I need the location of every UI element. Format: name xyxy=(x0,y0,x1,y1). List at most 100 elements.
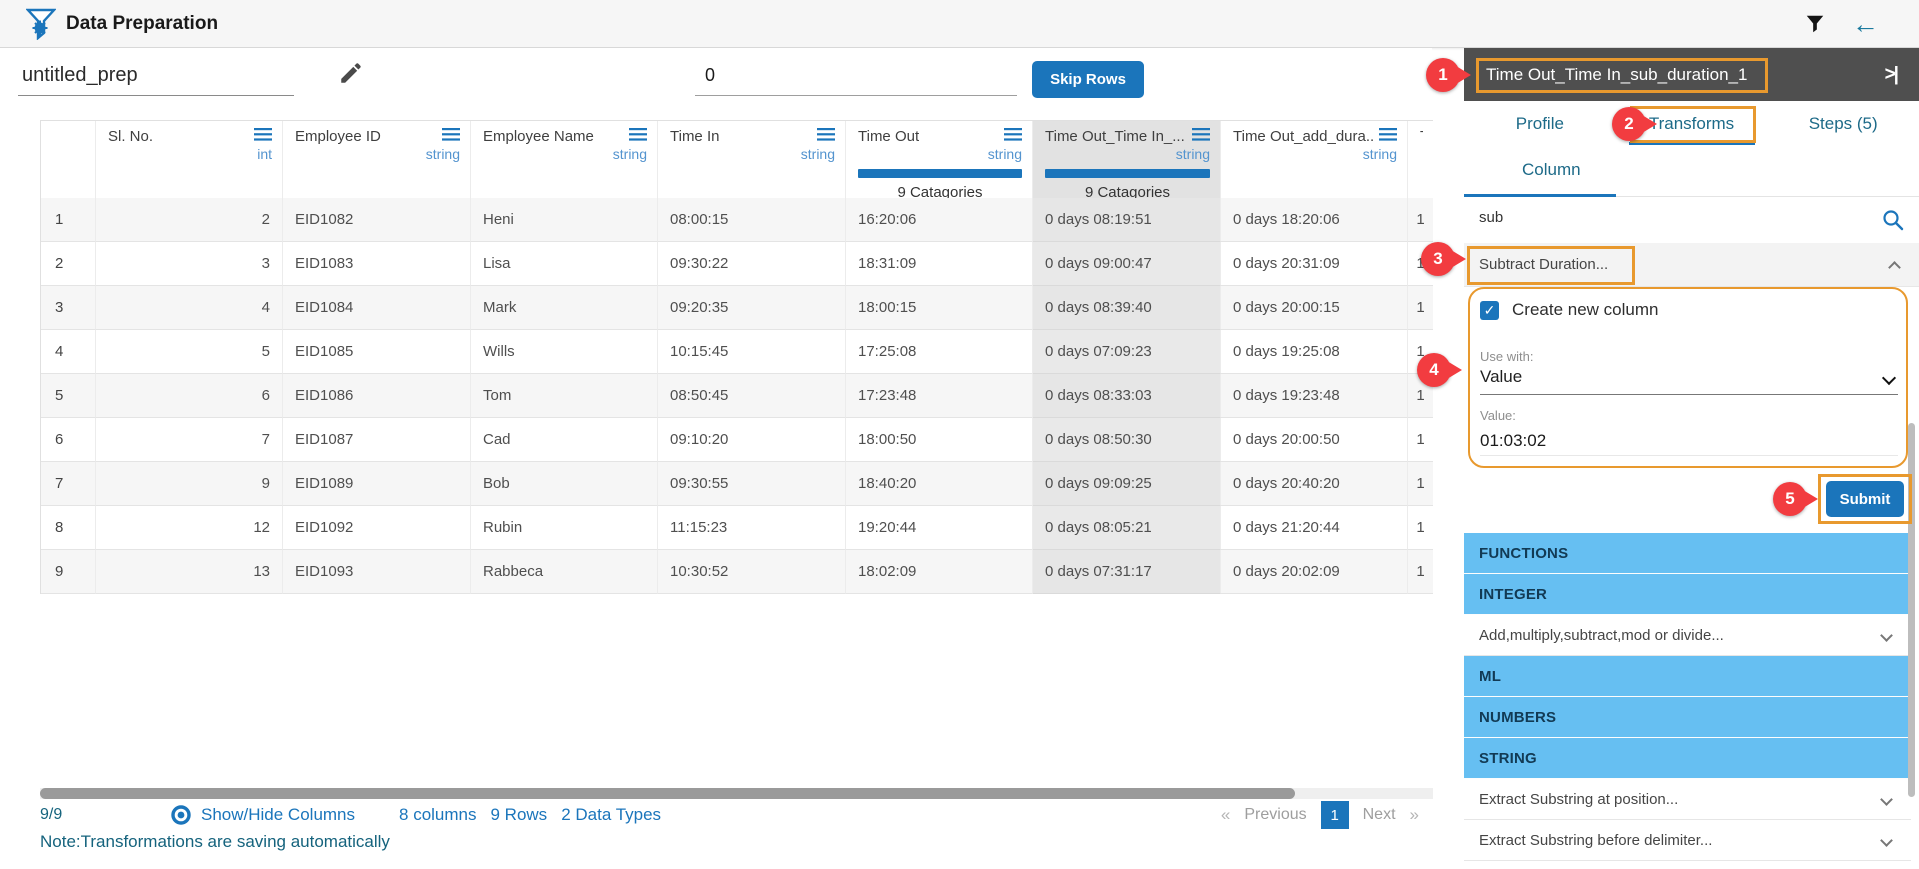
time-in-cell: 10:30:52 xyxy=(658,550,846,594)
function-category-row[interactable]: ML xyxy=(1464,656,1911,697)
first-page-arrow[interactable]: « xyxy=(1221,805,1230,825)
panel-scrollbar-thumb[interactable] xyxy=(1908,423,1915,797)
next-page-button[interactable]: Next xyxy=(1363,806,1396,824)
row-index-cell: 5 xyxy=(41,374,96,418)
table-row[interactable]: 7 9 EID1089 Bob 09:30:55 18:40:20 0 days… xyxy=(41,462,1433,506)
transform-search-row: sub xyxy=(1464,197,1919,243)
chevron-down-icon xyxy=(1882,371,1896,385)
function-item-row[interactable]: Extract Substring at position... xyxy=(1464,779,1911,820)
column-menu-icon[interactable] xyxy=(1379,128,1397,141)
table-row[interactable]: 9 13 EID1093 Rabbeca 10:30:52 18:02:09 0… xyxy=(41,550,1433,594)
search-icon[interactable] xyxy=(1881,208,1905,232)
back-arrow-icon[interactable]: ← xyxy=(1852,11,1879,38)
filter-icon[interactable] xyxy=(1804,13,1826,35)
employee-name-cell: Cad xyxy=(471,418,658,462)
table-row[interactable]: 6 7 EID1087 Cad 09:10:20 18:00:50 0 days… xyxy=(41,418,1433,462)
selected-column-title: Time Out_Time In_sub_duration_1 xyxy=(1486,65,1747,85)
skip-rows-input[interactable]: 0 xyxy=(695,56,1017,96)
data-types-count[interactable]: 2 Data Types xyxy=(561,805,661,825)
time-out-cell: 17:25:08 xyxy=(846,330,1033,374)
employee-name-cell: Heni xyxy=(471,198,658,242)
function-category-row[interactable]: INTEGER xyxy=(1464,574,1911,615)
column-header-time-out-time-in-selected[interactable]: Time Out_Time In_... string 9 Catagories xyxy=(1033,121,1221,206)
submit-button[interactable]: Submit xyxy=(1826,481,1904,517)
table-row[interactable]: 5 6 EID1086 Tom 08:50:45 17:23:48 0 days… xyxy=(41,374,1433,418)
annotation-marker-3: 3 xyxy=(1421,242,1455,276)
column-header-ti-clipped[interactable]: Ti xyxy=(1408,121,1433,206)
value-label: Value: xyxy=(1480,408,1516,423)
rows-count[interactable]: 9 Rows xyxy=(491,805,548,825)
prep-name-input[interactable]: untitled_prep xyxy=(18,56,294,96)
column-header-employee-name[interactable]: Employee Name string xyxy=(471,121,658,206)
tab-steps[interactable]: Steps (5) xyxy=(1767,101,1919,146)
last-page-arrow[interactable]: » xyxy=(1410,805,1419,825)
column-menu-icon[interactable] xyxy=(254,128,272,141)
employee-id-cell: EID1087 xyxy=(283,418,471,462)
time-out-add-dura-cell: 0 days 20:00:15 xyxy=(1221,286,1408,330)
ti-clipped-cell: 1 xyxy=(1408,462,1433,506)
employee-name-cell: Bob xyxy=(471,462,658,506)
table-row[interactable]: 1 2 EID1082 Heni 08:00:15 16:20:06 0 day… xyxy=(41,198,1433,242)
time-out-time-in-cell: 0 days 08:39:40 xyxy=(1033,286,1221,330)
function-item-row[interactable]: Add,multiply,subtract,mod or divide... xyxy=(1464,615,1911,656)
chevron-down-icon xyxy=(1880,834,1893,847)
sl-no-cell: 9 xyxy=(96,462,283,506)
column-menu-icon[interactable] xyxy=(817,128,835,141)
column-menu-icon[interactable] xyxy=(1004,128,1022,141)
app-title: Data Preparation xyxy=(66,13,218,35)
time-out-time-in-cell: 0 days 09:09:25 xyxy=(1033,462,1221,506)
column-header-time-out[interactable]: Time Out string 9 Catagories xyxy=(846,121,1033,206)
time-out-add-dura-cell: 0 days 18:20:06 xyxy=(1221,198,1408,242)
column-header-time-out-add-dura[interactable]: Time Out_add_dura... string xyxy=(1221,121,1408,206)
previous-page-button[interactable]: Previous xyxy=(1244,806,1306,824)
show-hide-columns-button[interactable]: Show/Hide Columns xyxy=(170,804,355,826)
time-out-time-in-cell: 0 days 07:09:23 xyxy=(1033,330,1221,374)
row-index-cell: 4 xyxy=(41,330,96,374)
subtract-duration-form: ✓ Create new column Use with: Value Valu… xyxy=(1468,287,1910,468)
time-in-cell: 09:30:22 xyxy=(658,242,846,286)
function-category-row[interactable]: FUNCTIONS xyxy=(1464,533,1911,574)
row-index-cell: 1 xyxy=(41,198,96,242)
table-row[interactable]: 4 5 EID1085 Wills 10:15:45 17:25:08 0 da… xyxy=(41,330,1433,374)
table-row[interactable]: 8 12 EID1092 Rubin 11:15:23 19:20:44 0 d… xyxy=(41,506,1433,550)
create-new-column-checkbox[interactable]: ✓ xyxy=(1480,301,1499,320)
sub-header: untitled_prep 0 Skip Rows xyxy=(0,48,1432,101)
sl-no-cell: 13 xyxy=(96,550,283,594)
table-row[interactable]: 2 3 EID1083 Lisa 09:30:22 18:31:09 0 day… xyxy=(41,242,1433,286)
time-out-time-in-cell: 0 days 09:00:47 xyxy=(1033,242,1221,286)
column-menu-icon[interactable] xyxy=(442,128,460,141)
edit-pencil-icon[interactable] xyxy=(338,60,364,86)
transforms-panel: Time Out_Time In_sub_duration_1 >| Profi… xyxy=(1464,48,1919,869)
annotation-marker-4: 4 xyxy=(1417,353,1451,387)
row-index-cell: 6 xyxy=(41,418,96,462)
subtract-duration-accordion[interactable]: Subtract Duration... xyxy=(1464,243,1919,287)
column-menu-icon[interactable] xyxy=(1192,128,1210,141)
skip-rows-button[interactable]: Skip Rows xyxy=(1032,61,1144,98)
column-header-sl-no[interactable]: Sl. No. int xyxy=(96,121,283,206)
horizontal-scrollbar-track[interactable] xyxy=(40,788,1433,799)
time-in-cell: 11:15:23 xyxy=(658,506,846,550)
time-out-cell: 18:40:20 xyxy=(846,462,1033,506)
function-category-row[interactable]: NUMBERS xyxy=(1464,697,1911,738)
column-header-employee-id[interactable]: Employee ID string xyxy=(283,121,471,206)
pagination: « Previous 1 Next » xyxy=(1221,801,1419,829)
function-item-row[interactable]: Extract Substring before delimiter... xyxy=(1464,820,1911,861)
use-with-select[interactable]: Value xyxy=(1480,367,1898,395)
collapse-panel-icon[interactable]: >| xyxy=(1885,64,1897,86)
subtab-column[interactable]: Column xyxy=(1522,146,1581,194)
column-header-time-in[interactable]: Time In string xyxy=(658,121,846,206)
table-row[interactable]: 3 4 EID1084 Mark 09:20:35 18:00:15 0 day… xyxy=(41,286,1433,330)
table-footer: 9/9 Show/Hide Columns 8 columns 9 Rows 2… xyxy=(40,800,1433,830)
create-new-column-row[interactable]: ✓ Create new column xyxy=(1480,300,1658,320)
time-out-add-dura-cell: 0 days 19:25:08 xyxy=(1221,330,1408,374)
horizontal-scrollbar-thumb[interactable] xyxy=(40,788,1295,799)
current-page-button[interactable]: 1 xyxy=(1321,801,1349,829)
columns-count[interactable]: 8 columns xyxy=(399,805,476,825)
time-out-time-in-cell: 0 days 08:05:21 xyxy=(1033,506,1221,550)
value-input[interactable]: 01:03:02 xyxy=(1480,426,1898,456)
row-index-cell: 8 xyxy=(41,506,96,550)
transform-search-input[interactable]: sub xyxy=(1479,209,1503,226)
column-menu-icon[interactable] xyxy=(629,128,647,141)
tab-profile[interactable]: Profile xyxy=(1464,101,1616,146)
function-category-row[interactable]: STRING xyxy=(1464,738,1911,779)
